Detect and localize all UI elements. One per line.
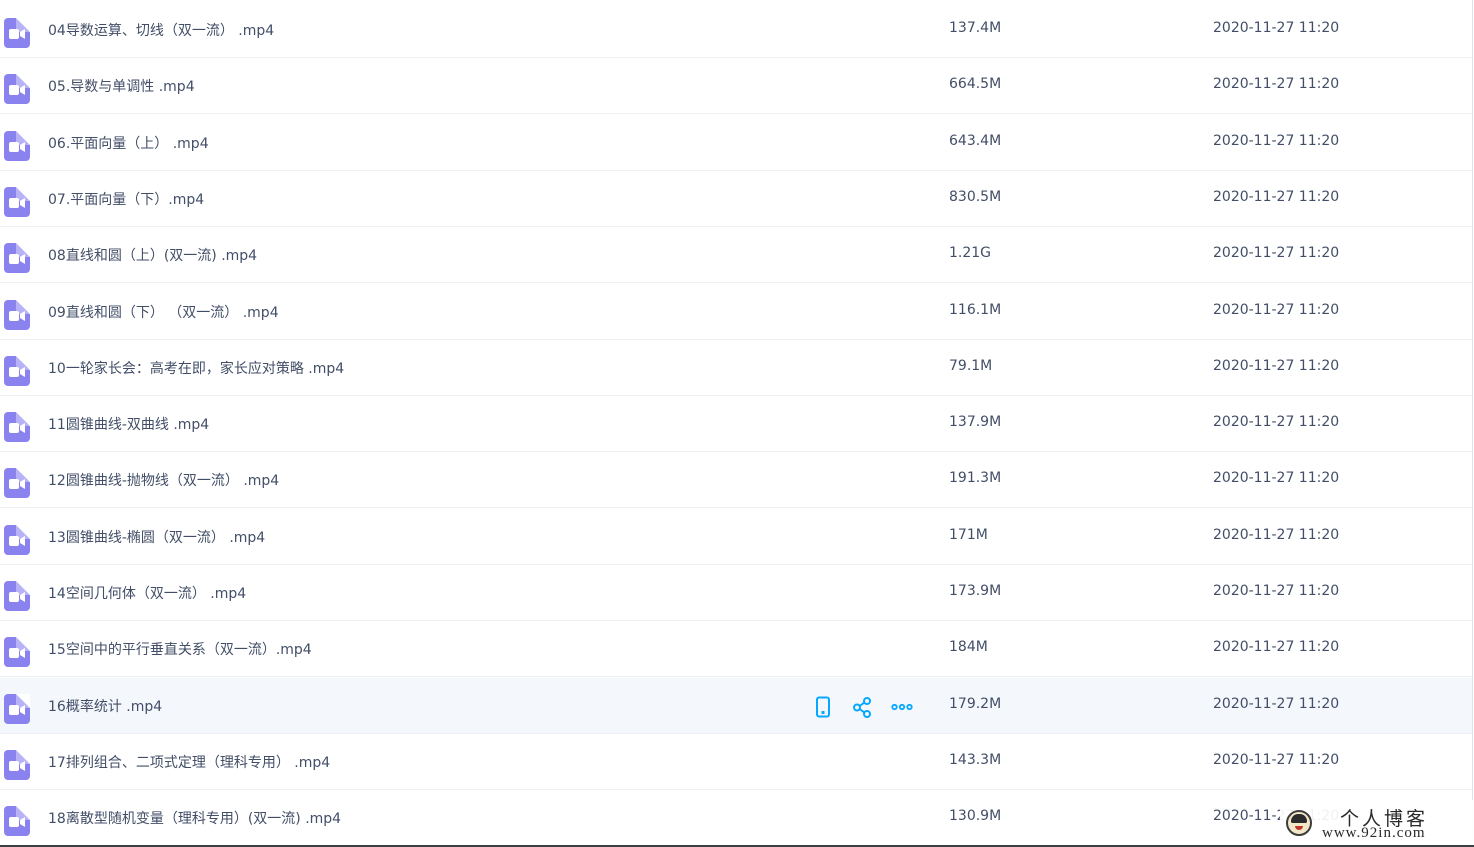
file-name[interactable]: 13圆锥曲线-椭圆（双一流） .mp4 — [48, 527, 265, 547]
file-size: 1.21G — [949, 245, 992, 261]
file-modified-date: 2020-11-27 11:20 — [1213, 245, 1340, 261]
video-file-icon — [4, 525, 30, 555]
more-icon — [891, 703, 913, 722]
file-modified-date: 2020-11-27 11:20 — [1213, 639, 1340, 655]
video-file-icon — [4, 74, 30, 104]
watermark: 个人博客 www.92in.com — [1280, 800, 1474, 845]
file-modified-date: 2020-11-27 11:20 — [1213, 189, 1340, 205]
phone-icon — [812, 696, 834, 722]
file-row[interactable]: 14空间几何体（双一流） .mp4 173.9M 2020-11-27 11:20 — [0, 565, 1472, 621]
file-name[interactable]: 05.导数与单调性 .mp4 — [48, 76, 195, 96]
file-size: 137.9M — [949, 414, 1002, 430]
file-name[interactable]: 15空间中的平行垂直关系（双一流）.mp4 — [48, 639, 312, 659]
file-list: 04导数运算、切线（双一流） .mp4 137.4M 2020-11-27 11:2… — [0, 0, 1474, 847]
video-file-icon — [4, 806, 30, 836]
file-modified-date: 2020-11-27 11:20 — [1213, 20, 1340, 36]
file-name[interactable]: 12圆锥曲线-抛物线（双一流） .mp4 — [48, 470, 279, 490]
file-modified-date: 2020-11-27 11:20 — [1213, 752, 1340, 768]
file-name[interactable]: 16概率统计 .mp4 — [48, 696, 162, 716]
file-row[interactable]: 08直线和圆（上）(双一流) .mp4 1.21G 2020-11-27 11:20 — [0, 227, 1472, 283]
file-size: 143.3M — [949, 752, 1002, 768]
right-border — [1472, 0, 1473, 847]
file-size: 830.5M — [949, 189, 1002, 205]
file-modified-date: 2020-11-27 11:20 — [1213, 696, 1340, 712]
file-row[interactable]: 10一轮家长会：高考在即，家长应对策略 .mp4 79.1M 2020-11-27 … — [0, 340, 1472, 396]
file-row[interactable]: 11圆锥曲线-双曲线 .mp4 137.9M 2020-11-27 11:20 — [0, 396, 1472, 452]
watermark-url: www.92in.com — [1322, 825, 1426, 841]
video-file-icon — [4, 694, 30, 724]
file-name[interactable]: 18离散型随机变量（理科专用）(双一流) .mp4 — [48, 808, 341, 828]
file-row[interactable]: 06.平面向量（上） .mp4 643.4M 2020-11-27 11:20 — [0, 115, 1472, 171]
file-name[interactable]: 10一轮家长会：高考在即，家长应对策略 .mp4 — [48, 358, 344, 378]
file-row[interactable]: 12圆锥曲线-抛物线（双一流） .mp4 191.3M 2020-11-27 11:… — [0, 452, 1472, 508]
file-modified-date: 2020-11-27 11:20 — [1213, 76, 1340, 92]
video-file-icon — [4, 412, 30, 442]
file-row[interactable]: 04导数运算、切线（双一流） .mp4 137.4M 2020-11-27 11:2… — [0, 2, 1472, 58]
file-modified-date: 2020-11-27 11:20 — [1213, 527, 1340, 543]
watermark-avatar-icon — [1286, 810, 1312, 836]
file-size: 130.9M — [949, 808, 1002, 824]
file-row[interactable]: 16概率统计 .mp4 179.2M 2020-11-27 11:20 — [0, 678, 1472, 734]
video-file-icon — [4, 243, 30, 273]
file-name[interactable]: 04导数运算、切线（双一流） .mp4 — [48, 20, 274, 40]
file-modified-date: 2020-11-27 11:20 — [1213, 358, 1340, 374]
file-modified-date: 2020-11-27 11:20 — [1213, 470, 1340, 486]
video-file-icon — [4, 750, 30, 780]
file-size: 191.3M — [949, 470, 1002, 486]
video-file-icon — [4, 300, 30, 330]
file-name[interactable]: 06.平面向量（上） .mp4 — [48, 133, 209, 153]
file-name[interactable]: 07.平面向量（下）.mp4 — [48, 189, 204, 209]
file-size: 116.1M — [949, 302, 1002, 318]
file-row[interactable]: 18离散型随机变量（理科专用）(双一流) .mp4 130.9M 2020-11-2… — [0, 790, 1472, 846]
file-modified-date: 2020-11-27 11:20 — [1213, 133, 1340, 149]
file-name[interactable]: 17排列组合、二项式定理（理科专用） .mp4 — [48, 752, 330, 772]
video-file-icon — [4, 131, 30, 161]
file-size: 79.1M — [949, 358, 993, 374]
file-modified-date: 2020-11-27 11:20 — [1213, 583, 1340, 599]
file-modified-date: 2020-11-27 11:20 — [1213, 414, 1340, 430]
share-button[interactable] — [852, 696, 874, 718]
video-file-icon — [4, 637, 30, 667]
file-name[interactable]: 14空间几何体（双一流） .mp4 — [48, 583, 246, 603]
file-name[interactable]: 11圆锥曲线-双曲线 .mp4 — [48, 414, 209, 434]
file-size: 179.2M — [949, 696, 1002, 712]
file-row[interactable]: 05.导数与单调性 .mp4 664.5M 2020-11-27 11:20 — [0, 58, 1472, 114]
video-file-icon — [4, 356, 30, 386]
file-modified-date: 2020-11-27 11:20 — [1213, 302, 1340, 318]
send-to-phone-button[interactable] — [812, 696, 834, 718]
file-size: 137.4M — [949, 20, 1002, 36]
video-file-icon — [4, 581, 30, 611]
video-file-icon — [4, 468, 30, 498]
more-button[interactable] — [891, 696, 913, 718]
file-row[interactable]: 17排列组合、二项式定理（理科专用） .mp4 143.3M 2020-11-27 … — [0, 734, 1472, 790]
video-file-icon — [4, 187, 30, 217]
file-row[interactable]: 13圆锥曲线-椭圆（双一流） .mp4 171M 2020-11-27 11:20 — [0, 509, 1472, 565]
file-size: 173.9M — [949, 583, 1002, 599]
file-size: 664.5M — [949, 76, 1002, 92]
file-row[interactable]: 09直线和圆（下） （双一流） .mp4 116.1M 2020-11-27 11:… — [0, 284, 1472, 340]
file-size: 184M — [949, 639, 988, 655]
video-file-icon — [4, 18, 30, 48]
file-size: 171M — [949, 527, 988, 543]
file-row[interactable]: 07.平面向量（下）.mp4 830.5M 2020-11-27 11:20 — [0, 171, 1472, 227]
file-name[interactable]: 08直线和圆（上）(双一流) .mp4 — [48, 245, 257, 265]
file-size: 643.4M — [949, 133, 1002, 149]
share-icon — [852, 697, 874, 722]
file-row[interactable]: 15空间中的平行垂直关系（双一流）.mp4 184M 2020-11-27 11:2… — [0, 621, 1472, 677]
file-name[interactable]: 09直线和圆（下） （双一流） .mp4 — [48, 302, 279, 322]
